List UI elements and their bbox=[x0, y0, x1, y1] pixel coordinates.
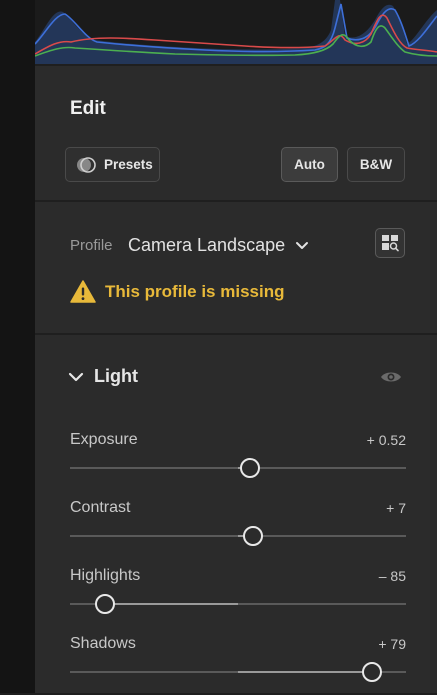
warning-text: This profile is missing bbox=[105, 281, 285, 301]
contrast-slider[interactable]: Contrast + 7 bbox=[70, 499, 406, 559]
profile-browser-button[interactable] bbox=[375, 228, 405, 258]
profile-missing-warning: This profile is missing bbox=[70, 280, 284, 303]
slider-fill bbox=[105, 603, 238, 605]
presets-icon bbox=[77, 156, 96, 173]
slider-thumb[interactable] bbox=[95, 594, 116, 614]
presets-label: Presets bbox=[104, 157, 153, 172]
edit-panel: Edit Presets Auto B&W Profile Camera Lan… bbox=[35, 0, 437, 693]
divider bbox=[35, 333, 437, 335]
profile-browser-icon bbox=[382, 235, 399, 252]
slider-fill bbox=[238, 671, 373, 673]
slider-label: Shadows bbox=[70, 635, 136, 652]
slider-label: Contrast bbox=[70, 499, 131, 516]
light-label: Light bbox=[94, 366, 138, 386]
divider bbox=[35, 200, 437, 202]
highlights-slider[interactable]: Highlights – 85 bbox=[70, 567, 406, 627]
slider-value[interactable]: – 85 bbox=[379, 568, 406, 584]
slider-value[interactable]: + 0.52 bbox=[367, 432, 406, 448]
presets-button[interactable]: Presets bbox=[65, 147, 160, 182]
slider-thumb[interactable] bbox=[243, 526, 264, 546]
light-section-header[interactable]: Light bbox=[68, 366, 138, 387]
visibility-eye-icon[interactable] bbox=[380, 369, 402, 385]
left-edge-strip bbox=[0, 0, 35, 693]
exposure-slider[interactable]: Exposure + 0.52 bbox=[70, 431, 406, 491]
warning-icon bbox=[70, 280, 96, 303]
slider-value[interactable]: + 79 bbox=[378, 636, 406, 652]
slider-thumb[interactable] bbox=[362, 662, 383, 682]
slider-label: Highlights bbox=[70, 567, 141, 584]
auto-button[interactable]: Auto bbox=[281, 147, 338, 182]
profile-value: Camera Landscape bbox=[128, 235, 286, 255]
shadows-slider[interactable]: Shadows + 79 bbox=[70, 635, 406, 695]
slider-value[interactable]: + 7 bbox=[386, 500, 406, 516]
histogram bbox=[35, 0, 437, 65]
profile-dropdown[interactable]: Camera Landscape bbox=[128, 235, 309, 256]
edit-title: Edit bbox=[70, 98, 106, 119]
chevron-down-icon bbox=[296, 241, 309, 249]
profile-label: Profile bbox=[70, 237, 113, 254]
divider bbox=[35, 64, 437, 66]
collapse-chevron-icon bbox=[68, 372, 84, 381]
slider-label: Exposure bbox=[70, 431, 138, 448]
bw-button[interactable]: B&W bbox=[347, 147, 405, 182]
slider-thumb[interactable] bbox=[239, 458, 260, 478]
